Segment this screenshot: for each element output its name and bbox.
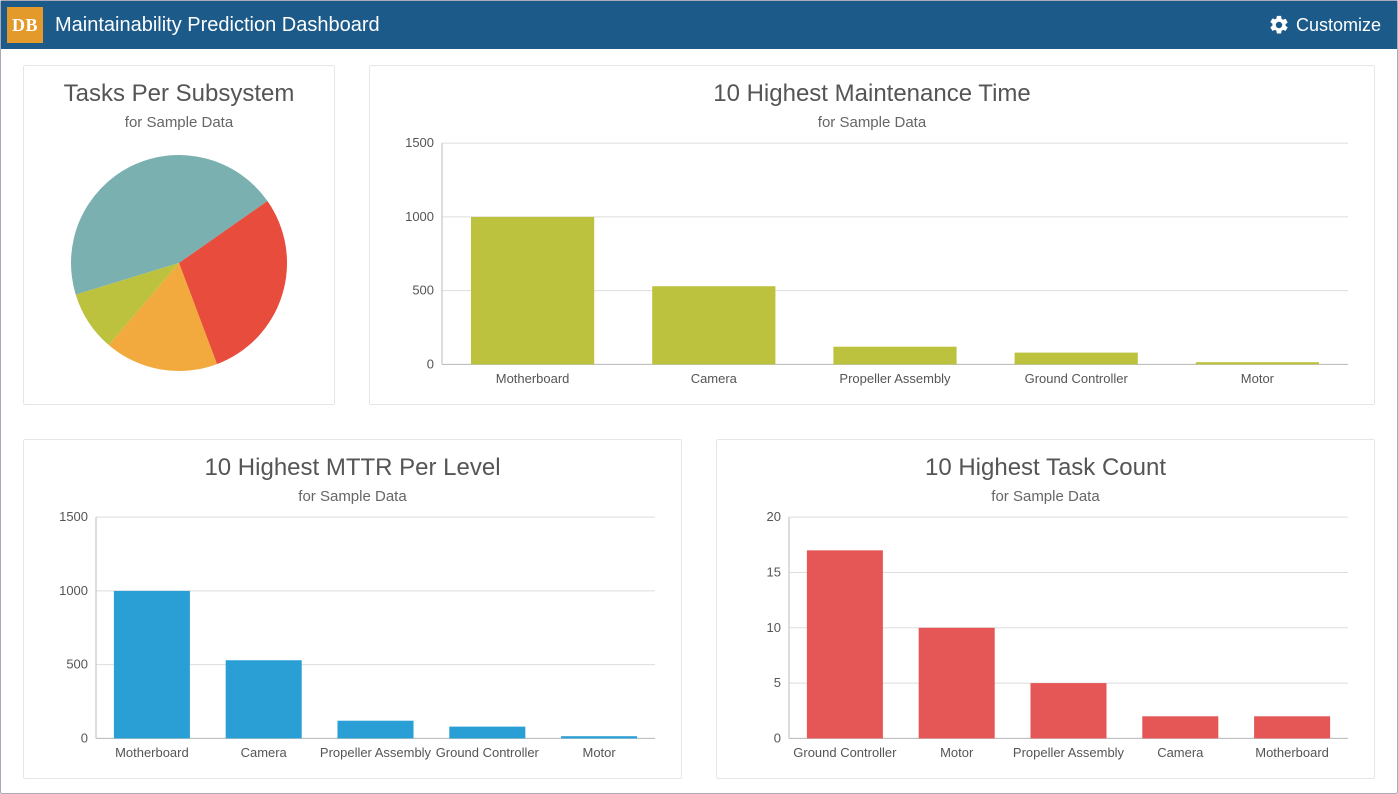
chart-title: Tasks Per Subsystem: [40, 80, 318, 108]
topbar: DB Maintainability Prediction Dashboard …: [1, 1, 1397, 49]
page-title: Maintainability Prediction Dashboard: [55, 14, 380, 37]
app-root: DB Maintainability Prediction Dashboard …: [0, 0, 1398, 794]
bar[interactable]: [561, 736, 637, 738]
customize-button[interactable]: Customize: [1268, 14, 1381, 36]
bar-chart-task-count: 0 5 10 15 20 Ground Controller Motor Propeller …: [733, 509, 1358, 769]
bar[interactable]: [919, 628, 995, 739]
app-logo: DB: [7, 7, 43, 43]
y-tick-label: 500: [412, 283, 434, 298]
gear-icon: [1268, 14, 1290, 36]
y-tick-label: 15: [767, 564, 781, 579]
y-tick-label: 5: [774, 675, 781, 690]
bar[interactable]: [1196, 362, 1319, 364]
y-tick-label: 0: [427, 356, 434, 371]
x-tick-label: Motor: [940, 745, 974, 760]
bar[interactable]: [1030, 683, 1106, 738]
bar[interactable]: [1015, 353, 1138, 365]
y-tick-label: 20: [767, 509, 781, 524]
bar[interactable]: [652, 286, 775, 364]
x-tick-label: Motherboard: [1255, 745, 1329, 760]
bar[interactable]: [449, 727, 525, 739]
bar[interactable]: [807, 550, 883, 738]
chart-title: 10 Highest MTTR Per Level: [40, 454, 665, 482]
card-highest-task-count[interactable]: 10 Highest Task Count for Sample Data 0 5…: [716, 439, 1375, 779]
x-tick-label: Ground Controller: [436, 745, 540, 760]
y-tick-label: 0: [81, 730, 88, 745]
bar[interactable]: [471, 217, 594, 365]
x-tick-label: Camera: [1157, 745, 1204, 760]
x-tick-label: Motherboard: [115, 745, 189, 760]
bar[interactable]: [1254, 716, 1330, 738]
chart-subtitle: for Sample Data: [40, 114, 318, 131]
x-tick-label: Motor: [583, 745, 617, 760]
x-tick-label: Motor: [1241, 371, 1275, 386]
y-tick-label: 1500: [405, 135, 434, 150]
x-tick-label: Propeller Assembly: [839, 371, 951, 386]
y-tick-label: 1500: [59, 509, 88, 524]
bar[interactable]: [226, 660, 302, 738]
x-tick-label: Camera: [241, 745, 288, 760]
card-highest-maintenance-time[interactable]: 10 Highest Maintenance Time for Sample D…: [369, 65, 1375, 405]
x-tick-label: Ground Controller: [1025, 371, 1129, 386]
y-tick-label: 1000: [405, 209, 434, 224]
bar[interactable]: [337, 721, 413, 739]
bar-chart-maintenance-time: 0 500 1000 1500 Motherboard Camera Propeller A…: [386, 135, 1358, 395]
y-tick-label: 500: [66, 657, 88, 672]
bar[interactable]: [114, 591, 190, 739]
y-tick-label: 0: [774, 730, 781, 745]
bar-chart-mttr: 0 500 1000 1500 Motherboard Camera Propeller A…: [40, 509, 665, 769]
x-tick-label: Camera: [691, 371, 738, 386]
dashboard-content: Tasks Per Subsystem for Sample Data 10 H…: [1, 49, 1397, 793]
y-tick-label: 10: [767, 620, 781, 635]
chart-title: 10 Highest Task Count: [733, 454, 1358, 482]
card-tasks-per-subsystem[interactable]: Tasks Per Subsystem for Sample Data: [23, 65, 335, 405]
card-highest-mttr[interactable]: 10 Highest MTTR Per Level for Sample Dat…: [23, 439, 682, 779]
chart-title: 10 Highest Maintenance Time: [386, 80, 1358, 108]
chart-subtitle: for Sample Data: [386, 114, 1358, 131]
customize-label: Customize: [1296, 15, 1381, 36]
x-tick-label: Ground Controller: [793, 745, 897, 760]
x-tick-label: Propeller Assembly: [1013, 745, 1125, 760]
bar[interactable]: [833, 347, 956, 365]
bar[interactable]: [1142, 716, 1218, 738]
chart-subtitle: for Sample Data: [40, 488, 665, 505]
chart-subtitle: for Sample Data: [733, 488, 1358, 505]
pie-chart: [69, 153, 289, 373]
x-tick-label: Propeller Assembly: [320, 745, 432, 760]
x-tick-label: Motherboard: [496, 371, 570, 386]
y-tick-label: 1000: [59, 583, 88, 598]
